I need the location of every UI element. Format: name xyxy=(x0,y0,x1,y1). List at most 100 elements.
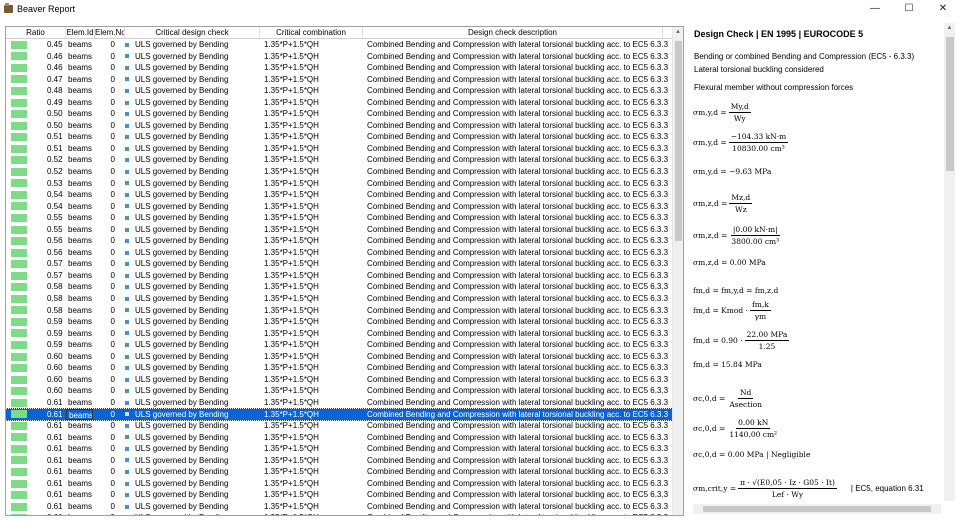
table-row[interactable]: 0.54 beams 0 ULS governed by Bending 1.35*P+… xyxy=(6,201,673,213)
check-marker-icon xyxy=(125,296,129,301)
table-row[interactable]: 0.61beams0ULS governed by Bending1.35*P+… xyxy=(6,455,673,467)
critical-check-text: ULS governed by Bending xyxy=(135,455,229,465)
table-row[interactable]: 0.60 beams 0 ULS governed by Bending 1.35*P+… xyxy=(6,374,673,386)
table-row[interactable]: 0.49 beams 0 ULS governed by Bending 1.35*P+… xyxy=(6,97,673,109)
scroll-up-arrow-icon[interactable]: ▲ xyxy=(944,23,955,34)
panel-scrollbar-thumb[interactable] xyxy=(946,37,954,171)
table-row[interactable]: 0.52 beams 0 ULS governed by Bending 1.35*P+… xyxy=(6,154,673,166)
table-row[interactable]: 0.61beams0ULS governed by Bending1.35*P+… xyxy=(6,478,673,490)
critical-check-cell: ULS governed by Bending xyxy=(123,51,258,63)
table-row[interactable]: 0.60 beams 0 ULS governed by Bending 1.35*P+… xyxy=(6,385,673,397)
ratio-bar xyxy=(11,121,27,130)
panel-hscroll-thumb[interactable] xyxy=(703,506,931,512)
check-marker-icon xyxy=(125,470,129,474)
table-row[interactable]: 0.50 beams 0 ULS governed by Bending 1.35*P+… xyxy=(6,120,673,132)
table-row[interactable]: 0.50 beams 0 ULS governed by Bending 1.35*P+… xyxy=(6,108,673,120)
table-row[interactable]: 0.53 beams 0 ULS governed by Bending 1.35*P+… xyxy=(6,178,673,190)
equation-lhs: σm,y,d = xyxy=(693,138,727,147)
table-row[interactable]: 0.58 beams 0 ULS governed by Bending 1.35*P+… xyxy=(6,293,673,305)
column-header-ratio[interactable]: Ratio xyxy=(6,27,66,38)
elem-id-cell: beams xyxy=(68,213,93,223)
ratio-value: 0.61 xyxy=(47,512,63,515)
table-row[interactable]: 0.56 beams 0 ULS governed by Bending 1.35*P+… xyxy=(6,247,673,259)
table-row[interactable]: 0.58 beams 0 ULS governed by Bending 1.35*P+… xyxy=(6,305,673,317)
table-row[interactable]: 0.57 beams 0 ULS governed by Bending 1.35*P+… xyxy=(6,270,673,282)
table-row[interactable]: 0.59 beams 0 ULS governed by Bending 1.35*P+… xyxy=(6,316,673,328)
critical-check-text: ULS governed by Bending xyxy=(135,247,229,257)
elem-no-cell: 0 xyxy=(110,386,115,396)
table-row[interactable]: 0.61beams0ULS governed by Bending1.35*P+… xyxy=(6,501,673,513)
critical-check-cell: ULS governed by Bending xyxy=(123,74,258,86)
column-header-critical-design-check[interactable]: Critical design check xyxy=(125,27,260,38)
table-row[interactable]: 0.52 beams 0 ULS governed by Bending 1.35*P+… xyxy=(6,166,673,178)
grid-vertical-scrollbar[interactable]: ▲ xyxy=(672,27,683,515)
table-row[interactable]: 0.54 beams 0 ULS governed by Bending 1.35*P+… xyxy=(6,189,673,201)
ratio-cell: 0.61 xyxy=(6,455,66,467)
panel-horizontal-scrollbar[interactable] xyxy=(693,504,941,514)
grid-scrollbar-thumb[interactable] xyxy=(675,41,682,241)
table-row[interactable]: 0.59 beams 0 ULS governed by Bending 1.35*P+… xyxy=(6,339,673,351)
table-row[interactable]: 0.61beams0ULS governed by Bending1.35*P+… xyxy=(6,397,673,409)
combination-cell: 1.35*P+1.5*QH xyxy=(264,74,319,84)
table-row[interactable]: 0.46 beams 0 ULS governed by Bending 1.35*P+… xyxy=(6,62,673,74)
table-row[interactable]: 0.45 beams 0 ULS governed by Bending 1.35*P+… xyxy=(6,39,673,51)
description-cell: Combined Bending and Compression with la… xyxy=(367,363,669,373)
table-row[interactable]: 0.48 beams 0 ULS governed by Bending 1.35*P+… xyxy=(6,85,673,97)
check-marker-icon xyxy=(125,412,129,417)
table-row[interactable]: 0.51 beams 0 ULS governed by Bending 1.35*P+… xyxy=(6,143,673,155)
description-cell: Combined Bending and Compression with la… xyxy=(367,328,669,338)
close-button[interactable]: ✕ xyxy=(926,0,960,17)
maximize-button[interactable]: ☐ xyxy=(892,0,926,17)
column-header-elem-id[interactable]: Elem.Id xyxy=(66,27,95,38)
table-row[interactable]: 0.61beams0ULS governed by Bending1.35*P+… xyxy=(6,432,673,444)
table-row[interactable]: 0.56 beams 0 ULS governed by Bending 1.35*P+… xyxy=(6,235,673,247)
elem-no-cell: 0 xyxy=(110,363,115,373)
critical-check-cell: ULS governed by Bending xyxy=(123,281,258,293)
combination-cell: 1.35*P+1.5*QH xyxy=(264,213,319,223)
ratio-cell: 0.61 xyxy=(6,512,66,515)
table-row[interactable]: 0.51 beams 0 ULS governed by Bending 1.35*P+… xyxy=(6,131,673,143)
ratio-cell: 0.47 xyxy=(6,74,66,86)
column-header-design-check-description[interactable]: Design check description xyxy=(363,27,663,38)
elem-id-cell: beams xyxy=(68,386,93,396)
ratio-cell: 0.45 xyxy=(6,39,66,51)
table-row[interactable]: 0.46 beams 0 ULS governed by Bending 1.35*P+… xyxy=(6,51,673,63)
table-row[interactable]: 0.60 beams 0 ULS governed by Bending 1.35*P+… xyxy=(6,351,673,363)
check-marker-icon xyxy=(125,377,129,382)
table-row[interactable]: 0.58 beams 0 ULS governed by Bending 1.35*P+… xyxy=(6,281,673,293)
panel-vertical-scrollbar[interactable]: ▲ xyxy=(944,23,955,501)
grid-header: Ratio Elem.Id Elem.No Critical design ch… xyxy=(6,27,683,39)
table-row[interactable]: 0.55 beams 0 ULS governed by Bending 1.35*P+… xyxy=(6,224,673,236)
table-row[interactable]: 0.59 beams 0 ULS governed by Bending 1.35*P+… xyxy=(6,328,673,340)
equation-lhs: fm,d = Kmod · xyxy=(693,306,748,315)
check-marker-icon xyxy=(125,135,129,140)
critical-check-text: ULS governed by Bending xyxy=(135,490,229,500)
critical-check-cell: ULS governed by Bending xyxy=(123,293,258,305)
results-grid[interactable]: Ratio Elem.Id Elem.No Critical design ch… xyxy=(5,26,684,516)
scroll-up-arrow-icon[interactable]: ▲ xyxy=(673,27,683,38)
table-row[interactable]: 0.61beams0ULS governed by Bending1.35*P+… xyxy=(6,443,673,455)
combination-cell: 1.35*P+1.5*QH xyxy=(264,40,319,49)
elem-no-cell: 0 xyxy=(110,178,115,188)
table-row[interactable]: 0.61beams0ULS governed by Bending1.35*P+… xyxy=(6,407,674,422)
table-row[interactable]: 0.61beams0ULS governed by Bending1.35*P+… xyxy=(6,512,673,515)
table-row[interactable]: 0.47 beams 0 ULS governed by Bending 1.35*P+… xyxy=(6,74,673,86)
equation-numerator: |0.00 kN·m| xyxy=(730,225,780,236)
check-marker-icon xyxy=(125,123,129,128)
combination-cell: 1.35*P+1.5*QH xyxy=(264,317,319,327)
table-row[interactable]: 0.60 beams 0 ULS governed by Bending 1.35*P+… xyxy=(6,362,673,374)
combination-cell: 1.35*P+1.5*QH xyxy=(264,409,319,419)
column-header-critical-combination[interactable]: Critical combination xyxy=(260,27,363,38)
table-row[interactable]: 0.61beams0ULS governed by Bending1.35*P+… xyxy=(6,466,673,478)
ratio-bar xyxy=(11,294,27,303)
ratio-value: 0.47 xyxy=(47,74,63,84)
description-cell: Combined Bending and Compression with la… xyxy=(367,109,669,119)
minimize-button[interactable]: — xyxy=(858,0,892,17)
table-row[interactable]: 0.61beams0ULS governed by Bending1.35*P+… xyxy=(6,420,673,432)
column-header-elem-no[interactable]: Elem.No xyxy=(95,27,125,38)
table-row[interactable]: 0.57 beams 0 ULS governed by Bending 1.35*P+… xyxy=(6,258,673,270)
check-marker-icon xyxy=(125,319,129,324)
table-row[interactable]: 0.55 beams 0 ULS governed by Bending 1.35*P+… xyxy=(6,212,673,224)
elem-id-cell: beams xyxy=(68,74,93,84)
table-row[interactable]: 0.61beams0ULS governed by Bending1.35*P+… xyxy=(6,489,673,501)
